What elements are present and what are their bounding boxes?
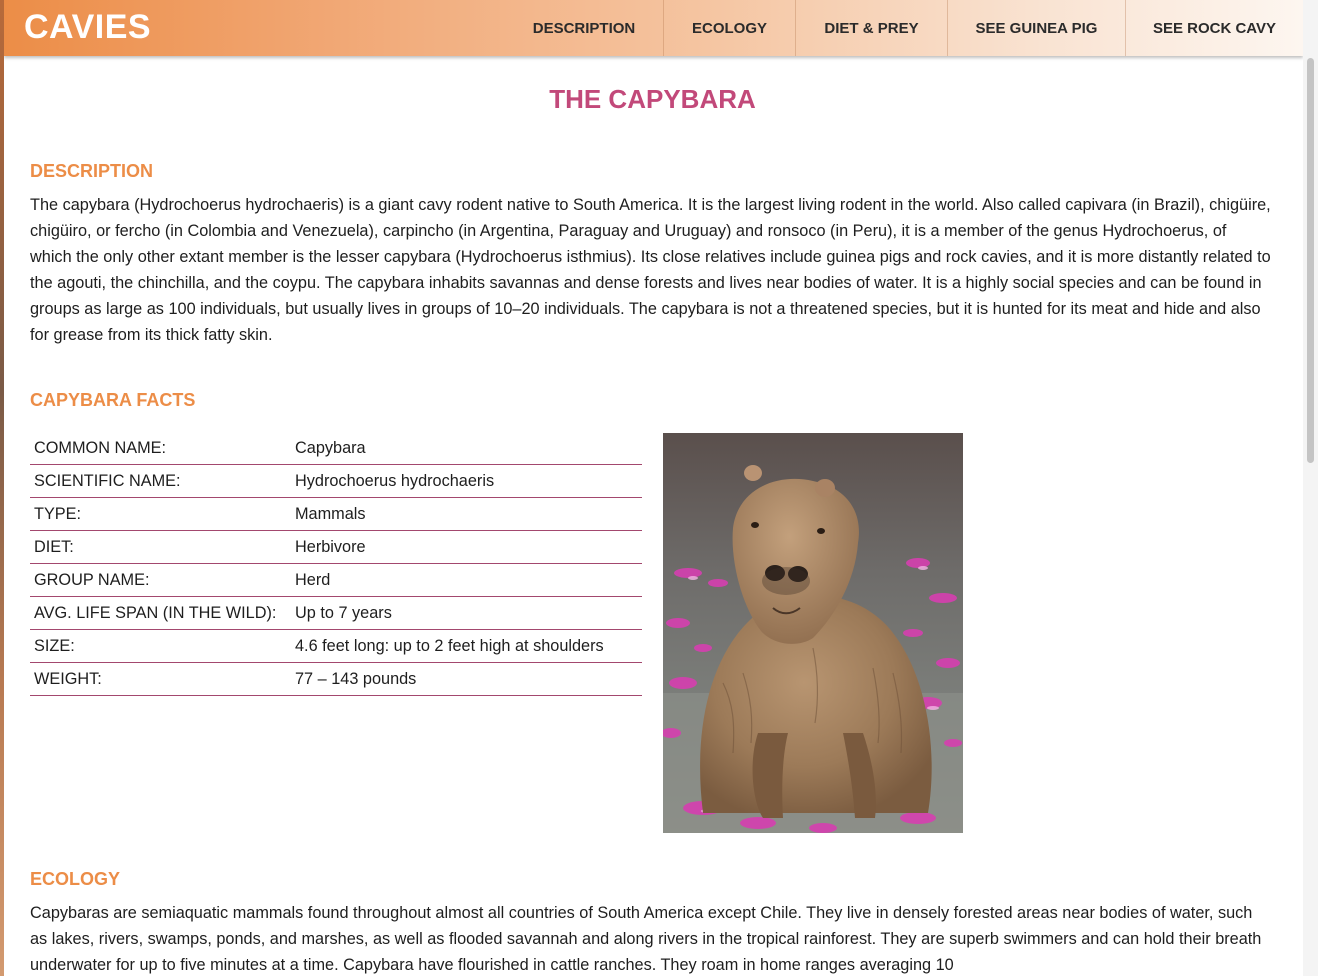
fact-value: Herd <box>291 563 642 597</box>
vertical-scrollbar[interactable] <box>1303 0 1318 976</box>
top-navigation-bar: CAVIES DESCRIPTION ECOLOGY DIET & PREY S… <box>4 0 1303 56</box>
facts-heading: CAPYBARA FACTS <box>30 390 196 410</box>
fact-value: Herbivore <box>291 530 642 564</box>
nav-diet-prey[interactable]: DIET & PREY <box>795 0 947 56</box>
site-logo[interactable]: CAVIES <box>24 7 151 47</box>
fact-value: 4.6 feet long: up to 2 feet high at shou… <box>291 629 642 663</box>
fact-label: SCIENTIFIC NAME: <box>30 464 291 498</box>
nav-ecology[interactable]: ECOLOGY <box>663 0 795 56</box>
main-nav: DESCRIPTION ECOLOGY DIET & PREY SEE GUIN… <box>505 0 1303 56</box>
fact-label: WEIGHT: <box>30 662 291 696</box>
table-row: COMMON NAME: Capybara <box>30 432 642 465</box>
fact-label: DIET: <box>30 530 291 564</box>
ecology-text: Capybaras are semiaquatic mammals found … <box>30 904 1262 974</box>
fact-label: GROUP NAME: <box>30 563 291 597</box>
table-row: DIET: Herbivore <box>30 530 642 564</box>
description-text: The capybara (Hydrochoerus hydrochaeris)… <box>30 196 1271 344</box>
nav-see-guinea-pig[interactable]: SEE GUINEA PIG <box>947 0 1125 56</box>
facts-table: COMMON NAME: Capybara SCIENTIFIC NAME: H… <box>30 432 642 696</box>
table-row: GROUP NAME: Herd <box>30 563 642 597</box>
table-row: SCIENTIFIC NAME: Hydrochoerus hydrochaer… <box>30 464 642 498</box>
description-heading: DESCRIPTION <box>30 161 154 181</box>
fact-value: Hydrochoerus hydrochaeris <box>291 464 642 498</box>
fact-value: Up to 7 years <box>291 596 642 630</box>
page-title: THE CAPYBARA <box>549 84 756 114</box>
nav-see-rock-cavy[interactable]: SEE ROCK CAVY <box>1125 0 1303 56</box>
table-row: AVG. LIFE SPAN (IN THE WILD): Up to 7 ye… <box>30 596 642 630</box>
fact-label: AVG. LIFE SPAN (IN THE WILD): <box>30 596 291 630</box>
capybara-photo <box>663 433 963 833</box>
fact-label: SIZE: <box>30 629 291 663</box>
scrollbar-thumb[interactable] <box>1307 58 1314 463</box>
fact-value: Capybara <box>291 432 642 465</box>
fact-value: 77 – 143 pounds <box>291 662 642 696</box>
fact-label: TYPE: <box>30 497 291 531</box>
ecology-heading: ECOLOGY <box>30 869 121 889</box>
table-row: SIZE: 4.6 feet long: up to 2 feet high a… <box>30 629 642 663</box>
fact-label: COMMON NAME: <box>30 432 291 465</box>
fact-value: Mammals <box>291 497 642 531</box>
table-row: WEIGHT: 77 – 143 pounds <box>30 662 642 696</box>
nav-description[interactable]: DESCRIPTION <box>505 0 663 56</box>
page-frame: CAVIES DESCRIPTION ECOLOGY DIET & PREY S… <box>4 0 1304 976</box>
table-row: TYPE: Mammals <box>30 497 642 531</box>
